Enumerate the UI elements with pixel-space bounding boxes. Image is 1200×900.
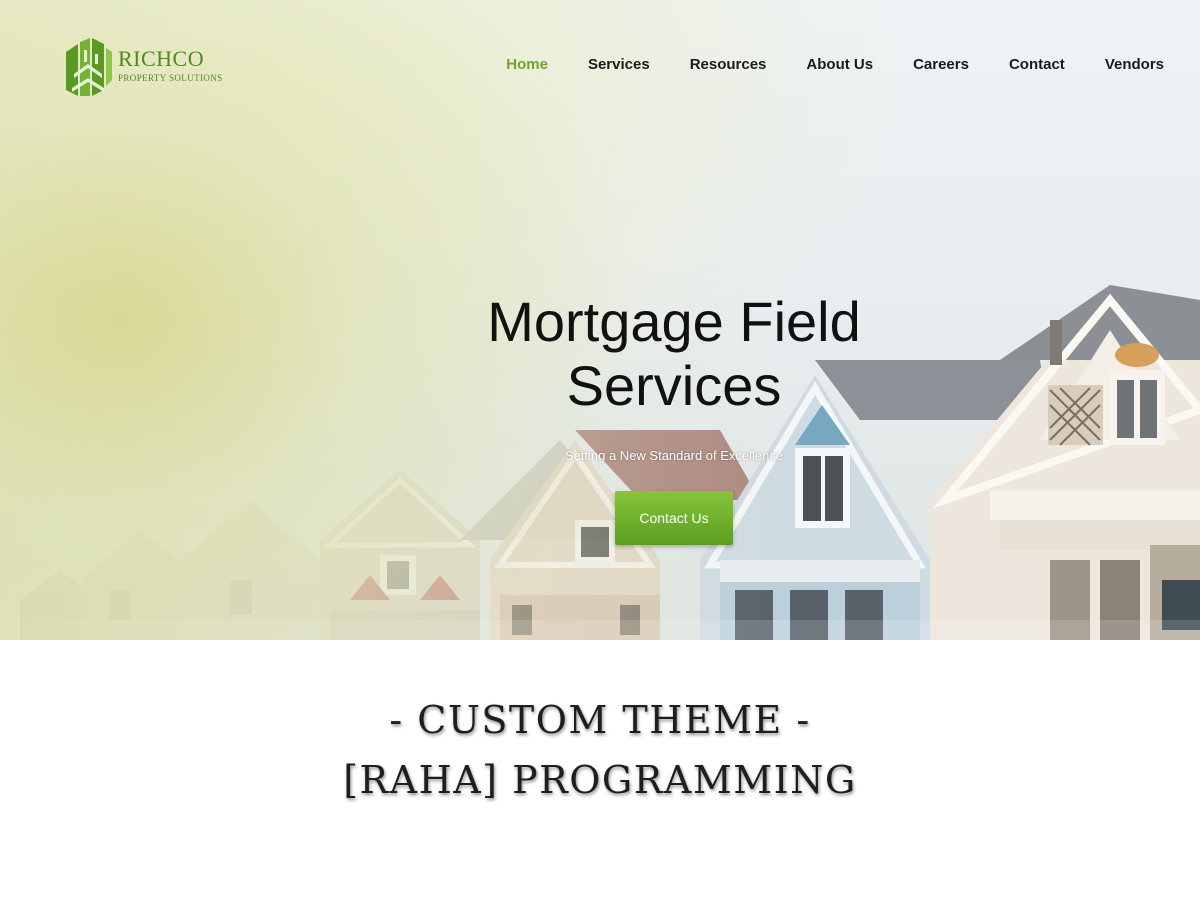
building-logo-icon xyxy=(66,38,112,96)
hero-title-line2: Services xyxy=(566,354,782,417)
main-navigation: Home Services Resources About Us Careers… xyxy=(466,56,1164,73)
brand-logo[interactable]: RICHCO PROPERTY SOLUTIONS xyxy=(64,34,224,98)
contact-us-button[interactable]: Contact Us xyxy=(615,491,733,545)
nav-item-resources[interactable]: Resources xyxy=(690,56,767,73)
theme-caption: - CUSTOM THEME - [RAHA] PROGRAMMING xyxy=(0,690,1200,810)
hero-title: Mortgage Field Services xyxy=(374,290,974,418)
nav-item-contact[interactable]: Contact xyxy=(1009,56,1065,73)
caption-line2: [RAHA] PROGRAMMING xyxy=(343,758,857,802)
brand-tagline: PROPERTY SOLUTIONS xyxy=(118,73,223,83)
hero-title-line1: Mortgage Field xyxy=(487,290,861,353)
nav-item-careers[interactable]: Careers xyxy=(913,56,969,73)
caption-line1: - CUSTOM THEME - xyxy=(389,698,811,742)
nav-item-about-us[interactable]: About Us xyxy=(806,56,873,73)
nav-item-home[interactable]: Home xyxy=(506,56,548,73)
nav-item-vendors[interactable]: Vendors xyxy=(1105,56,1164,73)
hero-subtitle: Setting a New Standard of Excellence xyxy=(564,448,784,463)
nav-item-services[interactable]: Services xyxy=(588,56,650,73)
brand-name: RICHCO xyxy=(118,46,205,71)
